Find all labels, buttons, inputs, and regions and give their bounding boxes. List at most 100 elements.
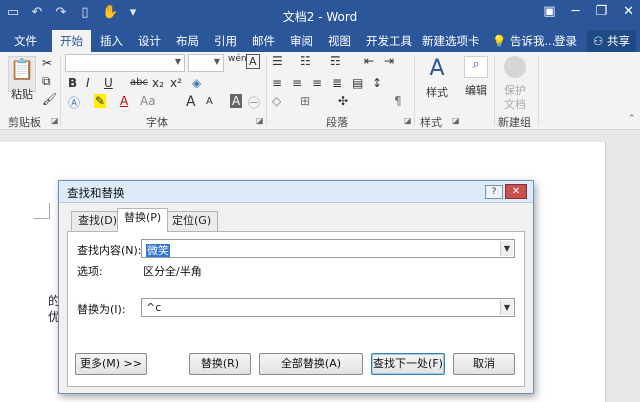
editing-button[interactable]: 编辑 <box>462 82 490 98</box>
italic-button[interactable]: I <box>86 76 90 90</box>
underline-button[interactable]: U <box>104 76 113 90</box>
more-button[interactable]: 更多(M) >> <box>75 353 147 375</box>
group-divider <box>60 56 61 126</box>
tab-replace[interactable]: 替换(P) <box>117 208 169 232</box>
clear-formatting-icon[interactable]: ◈ <box>192 76 201 90</box>
clipboard-launcher-icon[interactable]: ◪ <box>51 116 59 125</box>
dialog-title-bar[interactable]: 查找和替换 ? ✕ <box>59 181 533 203</box>
signin-link[interactable]: 登录 <box>546 30 585 52</box>
protect-icon[interactable] <box>504 56 526 78</box>
replace-all-button[interactable]: 全部替换(A) <box>259 353 363 375</box>
styles-icon[interactable]: A <box>424 56 450 81</box>
tab-references[interactable]: 引用 <box>206 30 245 52</box>
share-button[interactable]: ⚇ 共享 <box>587 30 636 52</box>
minimize-icon[interactable]: ─ <box>572 4 580 19</box>
superscript-button[interactable]: x² <box>170 76 182 90</box>
decrease-indent-icon[interactable]: ⇤ <box>364 54 374 68</box>
find-next-button[interactable]: 查找下一处(F) <box>371 353 445 375</box>
multilevel-list-icon[interactable]: ☶ <box>330 54 341 68</box>
tab-goto[interactable]: 定位(G) <box>165 211 219 231</box>
cancel-button[interactable]: 取消 <box>453 353 515 375</box>
increase-indent-icon[interactable]: ⇥ <box>384 54 394 68</box>
title-bar: ▭ ↶ ↷ ▯ ✋ ▾ 文档2 - Word ▣ ─ ❐ ✕ <box>0 0 640 30</box>
options-label: 选项: <box>77 265 103 278</box>
new-group-label: 新建组 <box>498 116 531 129</box>
page-margin-marker <box>34 203 50 219</box>
shading-icon[interactable]: ◇ <box>272 94 281 108</box>
replace-with-input[interactable]: ^c ▼ <box>141 298 515 317</box>
protect-label-line2: 文档 <box>504 98 526 111</box>
align-left-icon[interactable]: ≡ <box>272 76 282 90</box>
chevron-down-icon[interactable]: ▼ <box>500 241 513 256</box>
paragraph-launcher-icon[interactable]: ◪ <box>404 116 412 125</box>
replace-button[interactable]: 替换(R) <box>189 353 251 375</box>
chevron-down-icon: ▼ <box>213 57 220 66</box>
clipboard-icon: 📋 <box>9 57 35 81</box>
dialog-title: 查找和替换 <box>67 186 125 200</box>
bold-button[interactable]: B <box>68 76 77 90</box>
tab-new-tab[interactable]: 新建选项卡 <box>414 30 488 52</box>
tab-view[interactable]: 视图 <box>320 30 359 52</box>
styles-launcher-icon[interactable]: ◪ <box>452 116 460 125</box>
find-what-value: 微笑 <box>146 244 170 257</box>
styles-button[interactable]: 样式 <box>424 84 450 100</box>
align-right-icon[interactable]: ≡ <box>312 76 322 90</box>
format-painter-icon[interactable]: 🖌 <box>42 92 57 106</box>
font-size-combo[interactable]: ▼ <box>188 54 224 72</box>
enclose-characters-icon[interactable]: ㊀ <box>248 94 260 111</box>
grow-font-button[interactable]: A <box>186 94 196 110</box>
tab-developer[interactable]: 开发工具 <box>358 30 420 52</box>
help-button[interactable]: ? <box>485 185 503 199</box>
show-marks-icon[interactable]: ¶ <box>394 94 402 108</box>
character-border-icon[interactable]: A <box>246 54 260 69</box>
restore-icon[interactable]: ❐ <box>595 4 607 19</box>
font-color-button[interactable]: A <box>120 94 128 108</box>
close-icon: ✕ <box>511 186 521 197</box>
distributed-icon[interactable]: ▤ <box>352 76 363 90</box>
chevron-down-icon: ▼ <box>174 57 181 66</box>
cut-icon[interactable]: ✂ <box>42 56 52 70</box>
collapse-ribbon-icon[interactable]: ⌃ <box>628 114 636 124</box>
editing-icon[interactable]: ⌕ <box>464 56 488 78</box>
tab-file[interactable]: 文件 <box>6 30 45 52</box>
tab-mailings[interactable]: 邮件 <box>244 30 283 52</box>
chevron-down-icon[interactable]: ▼ <box>500 300 513 315</box>
shrink-font-button[interactable]: A <box>206 96 213 107</box>
tab-layout[interactable]: 布局 <box>168 30 207 52</box>
ribbon-display-icon[interactable]: ▣ <box>543 4 555 19</box>
highlight-icon[interactable]: ✎ <box>94 94 107 108</box>
strikethrough-button[interactable]: abc <box>130 77 148 88</box>
paragraph-group-label: 段落 <box>326 116 348 129</box>
font-name-combo[interactable]: ▼ <box>65 54 185 72</box>
chinese-layout-icon[interactable]: ✣ <box>338 94 348 108</box>
tab-design[interactable]: 设计 <box>130 30 169 52</box>
group-divider <box>494 56 495 126</box>
justify-icon[interactable]: ≣ <box>332 76 342 90</box>
person-icon: ⚇ <box>593 34 604 48</box>
styles-group-label: 样式 <box>420 116 442 129</box>
ribbon-tabs: 文件 开始 插入 设计 布局 引用 邮件 审阅 视图 开发工具 新建选项卡 💡 … <box>0 30 640 52</box>
group-divider <box>538 56 539 126</box>
tab-insert[interactable]: 插入 <box>92 30 131 52</box>
tab-home[interactable]: 开始 <box>52 30 91 52</box>
borders-icon[interactable]: ⊞ <box>300 94 310 108</box>
numbering-icon[interactable]: ☷ <box>300 54 311 68</box>
font-case-button[interactable]: Aa <box>140 94 156 108</box>
close-button[interactable]: ✕ <box>505 184 527 199</box>
text-effects-icon[interactable]: Ⓐ <box>68 94 80 111</box>
character-shading-icon[interactable]: A <box>230 94 243 108</box>
font-launcher-icon[interactable]: ◪ <box>256 116 264 125</box>
subscript-button[interactable]: x₂ <box>152 76 164 90</box>
ribbon: 📋 粘贴 ✂ ⧉ 🖌 剪贴板 ◪ ▼ ▼ wén A B I U abc x₂ … <box>0 52 640 130</box>
bullets-icon[interactable]: ☰ <box>272 54 283 68</box>
phonetic-guide-icon[interactable]: wén <box>228 54 247 64</box>
align-center-icon[interactable]: ≡ <box>292 76 302 90</box>
replace-with-value: ^c <box>146 301 162 314</box>
tab-review[interactable]: 审阅 <box>282 30 321 52</box>
copy-icon[interactable]: ⧉ <box>42 74 51 89</box>
lightbulb-icon: 💡 <box>492 34 507 48</box>
clipboard-group-label: 剪贴板 <box>8 116 41 129</box>
line-spacing-icon[interactable]: ↕ <box>372 76 382 90</box>
close-icon[interactable]: ✕ <box>623 4 634 19</box>
find-what-input[interactable]: 微笑 ▼ <box>141 239 515 258</box>
